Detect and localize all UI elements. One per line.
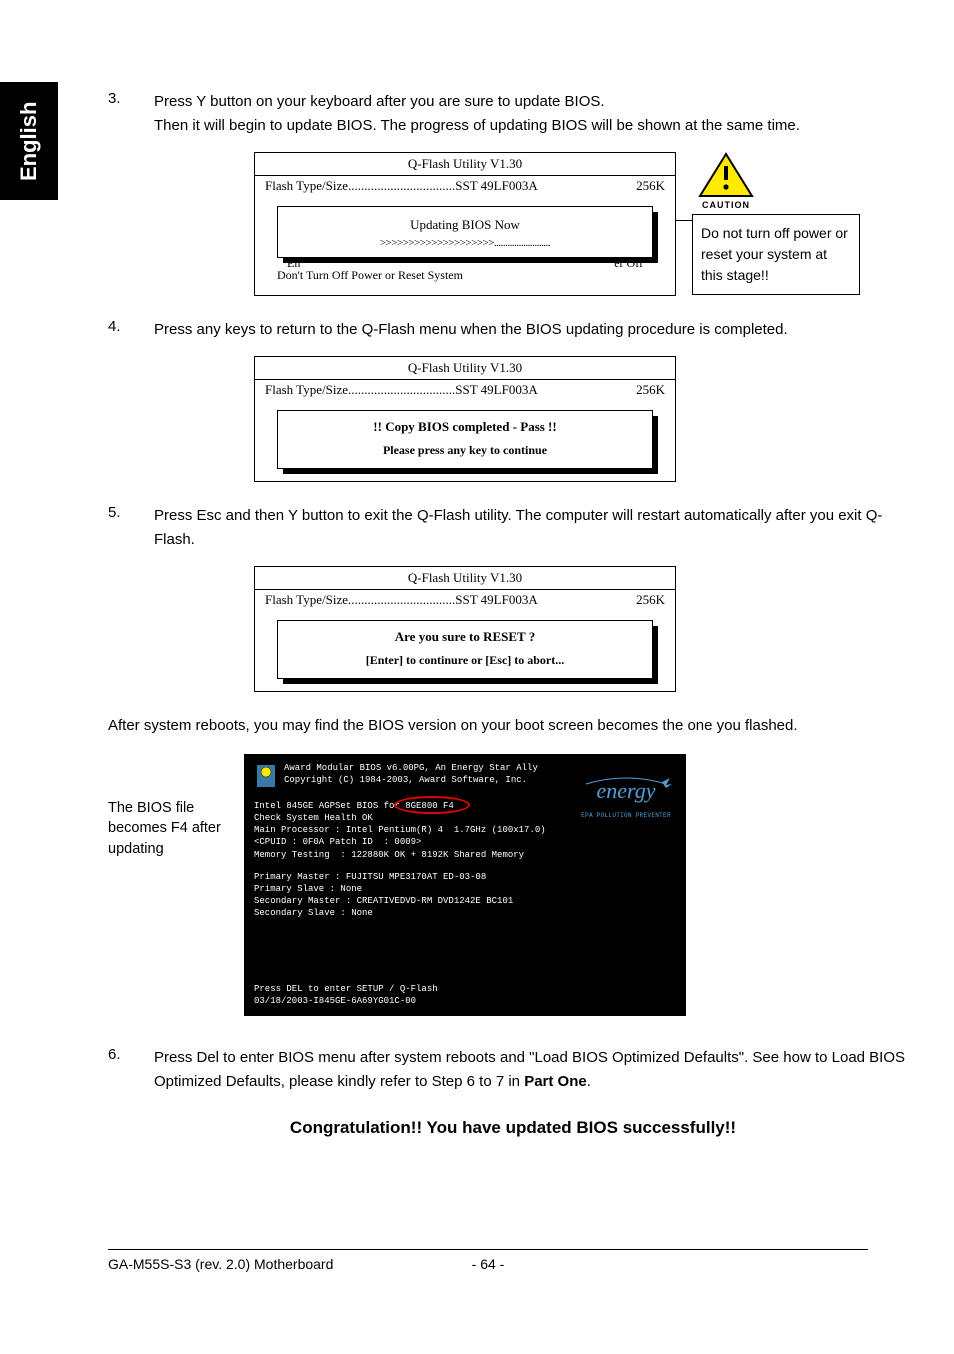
post-d3: Secondary Master : CREATIVEDVD-RM DVD124… [254, 895, 676, 907]
completed-line-1: !! Copy BIOS completed - Pass !! [284, 419, 646, 435]
step-3: 3. Press Y button on your keyboard after… [108, 90, 918, 138]
step-number: 5. [108, 504, 154, 552]
reset-dialog: Are you sure to RESET ? [Enter] to conti… [277, 620, 653, 679]
dont-turn-off: Don't Turn Off Power or Reset System [277, 268, 653, 283]
step-4: 4. Press any keys to return to the Q-Fla… [108, 318, 918, 342]
energy-star-block: energy EPA POLLUTION PREVENTER [576, 776, 676, 820]
step-number: 4. [108, 318, 154, 342]
completed-dialog: !! Copy BIOS completed - Pass !! Please … [277, 410, 653, 469]
flash-type-size: Flash Type/Size.........................… [265, 592, 538, 608]
post-foot-2: 03/18/2003-I845GE-6A69YG01C-00 [254, 995, 438, 1007]
post-foot-1: Press DEL to enter SETUP / Q-Flash [254, 983, 438, 995]
updating-progress: >>>>>>>>>>>>>>>>>>>>....................… [282, 237, 648, 249]
footer-page-number: - 64 - [428, 1256, 548, 1272]
caution-label: CAUTION [692, 200, 760, 210]
post-l3: Main Processor : Intel Pentium(R) 4 1.7G… [254, 824, 676, 836]
page: English 3. Press Y button on your keyboa… [0, 0, 954, 1354]
post-d1: Primary Master : FUJITSU MPE3170AT ED-03… [254, 871, 676, 883]
footer-model: GA-M55S-S3 (rev. 2.0) Motherboard [108, 1256, 428, 1272]
qflash-box-reset: Q-Flash Utility V1.30 Flash Type/Size...… [254, 566, 676, 692]
step-text: Press Esc and then Y button to exit the … [154, 504, 918, 552]
flash-type-size: Flash Type/Size.........................… [265, 178, 538, 194]
content-area: 3. Press Y button on your keyboard after… [108, 90, 918, 1188]
post-header-1: Award Modular BIOS v6.00PG, An Energy St… [284, 762, 676, 774]
flash-size-value: 256K [636, 178, 665, 194]
updating-title: Updating BIOS Now [282, 217, 648, 233]
caution-icon: CAUTION [692, 152, 760, 210]
qflash-figure-2: Q-Flash Utility V1.30 Flash Type/Size...… [108, 356, 918, 482]
after-reboot-text: After system reboots, you may find the B… [108, 714, 918, 738]
reset-line-2: [Enter] to continure or [Esc] to abort..… [284, 653, 646, 668]
qflash-figure-1: Q-Flash Utility V1.30 Flash Type/Size...… [108, 152, 918, 296]
step-3-line-2: Then it will begin to update BIOS. The p… [154, 117, 800, 134]
step-text: Press Y button on your keyboard after yo… [154, 90, 918, 138]
flash-type-size: Flash Type/Size.........................… [265, 382, 538, 398]
qflash-figure-3: Q-Flash Utility V1.30 Flash Type/Size...… [108, 566, 918, 692]
energy-sub-label: EPA POLLUTION PREVENTER [576, 812, 676, 820]
step-5: 5. Press Esc and then Y button to exit t… [108, 504, 918, 552]
post-l5: Memory Testing : 122880K OK + 8192K Shar… [254, 849, 676, 861]
qflash-title: Q-Flash Utility V1.30 [255, 153, 675, 176]
congratulations: Congratulation!! You have updated BIOS s… [108, 1118, 918, 1138]
language-tab: English [0, 82, 58, 200]
page-footer: GA-M55S-S3 (rev. 2.0) Motherboard - 64 - [108, 1249, 868, 1272]
qflash-box-updating: Q-Flash Utility V1.30 Flash Type/Size...… [254, 152, 676, 296]
flash-size-value: 256K [636, 592, 665, 608]
step-text: Press Del to enter BIOS menu after syste… [154, 1046, 918, 1094]
completed-line-2: Please press any key to continue [284, 443, 646, 458]
post-side-label: The BIOS file becomes F4 after updating [108, 754, 236, 859]
step-3-line-1: Press Y button on your keyboard after yo… [154, 93, 605, 110]
caution-connector-line [676, 220, 692, 221]
post-screen-figure: The BIOS file becomes F4 after updating … [108, 754, 918, 1016]
energy-star-icon: energy [576, 776, 676, 810]
reset-line-1: Are you sure to RESET ? [284, 629, 646, 645]
caution-note: Do not turn off power or reset your syst… [692, 214, 860, 295]
flash-size-value: 256K [636, 382, 665, 398]
qflash-box-completed: Q-Flash Utility V1.30 Flash Type/Size...… [254, 356, 676, 482]
caution-block: CAUTION Do not turn off power or reset y… [692, 152, 860, 295]
updating-dialog: Updating BIOS Now >>>>>>>>>>>>>>>>>>>>..… [277, 206, 653, 258]
qflash-title: Q-Flash Utility V1.30 [255, 357, 675, 380]
post-d4: Secondary Slave : None [254, 907, 676, 919]
step-text: Press any keys to return to the Q-Flash … [154, 318, 918, 342]
step-6-bold: Part One [524, 1073, 587, 1090]
step-number: 3. [108, 90, 154, 138]
post-d2: Primary Slave : None [254, 883, 676, 895]
red-highlight-circle [394, 796, 470, 814]
step-number: 6. [108, 1046, 154, 1094]
post-l1a: Intel 845GE AGPSet BIOS [254, 801, 384, 811]
qflash-title: Q-Flash Utility V1.30 [255, 567, 675, 590]
svg-text:energy: energy [596, 778, 655, 803]
step-6-part-2: . [587, 1073, 591, 1090]
award-logo-icon [254, 762, 278, 790]
step-6: 6. Press Del to enter BIOS menu after sy… [108, 1046, 918, 1094]
post-l4: <CPUID : 0F0A Patch ID : 0009> [254, 836, 676, 848]
bios-post-screen: Award Modular BIOS v6.00PG, An Energy St… [244, 754, 686, 1016]
